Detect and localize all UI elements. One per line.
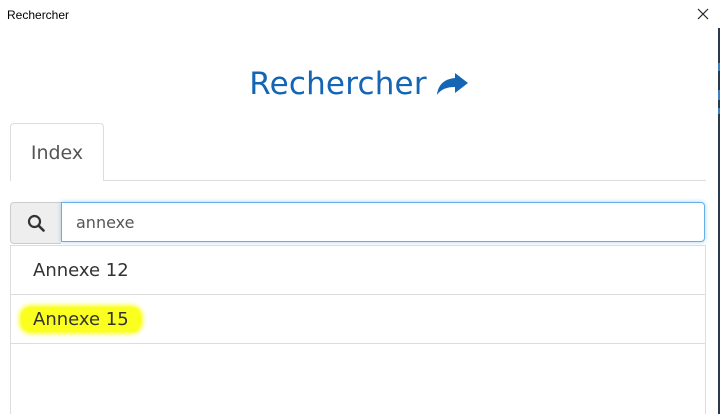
search-window: Rechercher Rechercher Index Ann <box>0 0 720 414</box>
result-label: Annexe 12 <box>33 259 129 281</box>
search-icon <box>27 214 45 232</box>
search-group <box>10 202 707 244</box>
search-input[interactable] <box>61 202 705 242</box>
heading-text: Rechercher <box>249 66 427 102</box>
close-button[interactable] <box>692 3 714 25</box>
share-arrow-icon <box>436 73 468 95</box>
close-icon <box>697 8 709 20</box>
tabs-divider <box>104 180 706 181</box>
result-item-annexe-15[interactable]: Annexe 15 <box>11 295 705 344</box>
tab-index[interactable]: Index <box>10 123 104 181</box>
result-item-annexe-12[interactable]: Annexe 12 <box>11 246 705 295</box>
title-bar: Rechercher <box>0 0 720 30</box>
result-label-highlighted: Annexe 15 <box>21 306 141 332</box>
search-button[interactable] <box>10 202 61 244</box>
tab-index-label: Index <box>30 141 84 164</box>
page-heading[interactable]: Rechercher <box>0 66 718 102</box>
window-title: Rechercher <box>7 8 70 22</box>
results-list: Annexe 12 Annexe 15 <box>10 245 706 414</box>
